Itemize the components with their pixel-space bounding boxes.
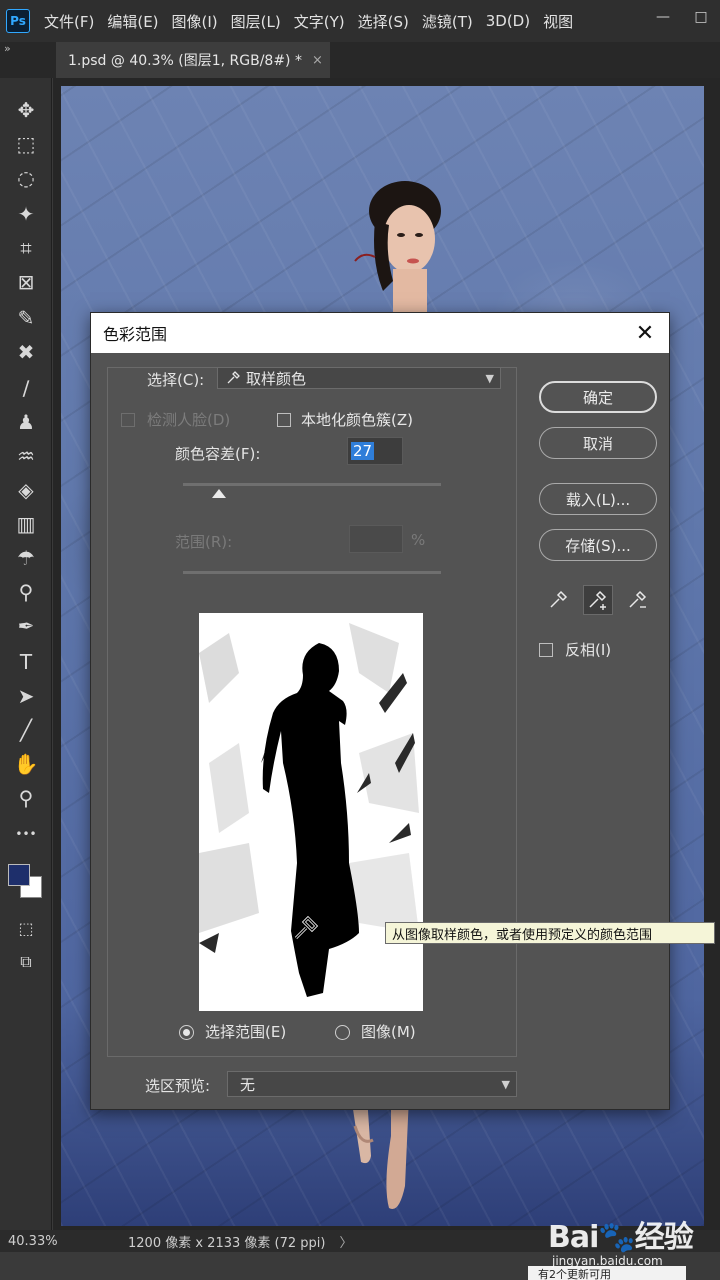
screen-mode-icon[interactable]: ⧉ [10,948,42,976]
move-icon[interactable]: ✥ [10,96,42,124]
fuzziness-slider-thumb[interactable] [212,489,227,498]
minimize-button[interactable]: — [644,0,682,34]
history-brush-icon[interactable]: ♒ [10,442,42,470]
document-tab-strip: » 1.psd @ 40.3% (图层1, RGB/8#) * × [0,42,720,78]
document-size: 1200 像素 x 2133 像素 (72 ppi) [128,1235,326,1251]
line-icon[interactable]: ╱ [10,716,42,744]
load-button[interactable]: 载入(L)... [539,483,657,515]
healing-icon[interactable]: ✖ [10,338,42,366]
tooltip: 从图像取样颜色，或者使用预定义的颜色范围 [385,922,715,944]
eyedropper-small-icon [227,371,240,384]
portrait-head-image [354,181,441,321]
fuzziness-label: 颜色容差(F): [175,445,261,463]
invert-label: 反相(I) [565,641,612,659]
marquee-icon[interactable]: ⬚ [10,130,42,158]
eyedropper-cursor-icon [294,915,319,942]
brush-icon[interactable]: ∕ [10,374,42,402]
select-dropdown[interactable]: 取样颜色 ▼ [217,367,501,389]
update-notice[interactable]: 有2个更新可用 [528,1266,686,1280]
detect-faces-checkbox[interactable] [121,413,135,427]
zoom-level[interactable]: 40.33% [0,1234,120,1249]
menu-filter[interactable]: 滤镜(T) [422,11,473,32]
tools-panel: ✥ ⬚ ◌ ✦ ⌗ ⊠ ✎ ✖ ∕ ♟ ♒ ◈ ▥ ☂ ⚲ ✒ T ➤ ╱ ✋ ⚲ ••• ⬚ ⧉ [0,78,52,1230]
zoom-icon[interactable]: ⚲ [10,784,42,812]
foreground-color-swatch[interactable] [8,864,30,886]
menu-select[interactable]: 选择(S) [358,11,409,32]
document-tab[interactable]: 1.psd @ 40.3% (图层1, RGB/8#) * × [56,42,330,78]
image-radio-label: 图像(M) [361,1023,416,1041]
menu-bar: Ps 文件(F) 编辑(E) 图像(I) 图层(L) 文字(Y) 选择(S) 滤… [0,0,720,42]
invert-checkbox[interactable] [539,643,553,657]
range-slider-track [183,571,441,574]
select-value: 取样颜色 [246,369,307,388]
cancel-button[interactable]: 取消 [539,427,657,459]
watermark-url: jingyan.baidu.com [552,1254,663,1268]
crop-icon[interactable]: ⌗ [10,234,42,262]
window-controls: — □ [644,0,720,34]
dodge-icon[interactable]: ⚲ [10,578,42,606]
menu-image[interactable]: 图像(I) [172,11,218,32]
save-button[interactable]: 存储(S)... [539,529,657,561]
close-icon[interactable]: ✕ [631,319,659,347]
hand-icon[interactable]: ✋ [10,750,42,778]
stamp-icon[interactable]: ♟ [10,408,42,436]
selection-radio-label: 选择范围(E) [205,1023,287,1041]
path-select-icon[interactable]: ➤ [10,682,42,710]
selection-preview-value: 无 [240,1075,256,1094]
shoes-image [351,1096,409,1210]
localized-clusters-checkbox[interactable] [277,413,291,427]
chevron-down-icon: ▼ [501,1077,510,1091]
dialog-titlebar[interactable]: 色彩范围 ✕ [91,313,669,353]
lasso-icon[interactable]: ◌ [10,164,42,192]
eyedropper-icon[interactable]: ✎ [10,304,42,332]
quick-mask-icon[interactable]: ⬚ [10,914,42,942]
ok-button[interactable]: 确定 [539,381,657,413]
menu-3d[interactable]: 3D(D) [486,12,530,30]
eyedropper-icon[interactable] [543,585,573,615]
fuzziness-input[interactable]: 27 [347,437,403,465]
menu-view[interactable]: 视图 [543,11,573,32]
menu-layer[interactable]: 图层(L) [231,11,281,32]
menu-type[interactable]: 文字(Y) [294,11,345,32]
fuzziness-value: 27 [351,442,375,460]
menu-edit[interactable]: 编辑(E) [107,11,158,32]
image-radio[interactable] [335,1025,350,1040]
eyedropper-subtract-icon[interactable] [623,585,653,615]
fuzziness-slider-track[interactable] [183,483,441,486]
photoshop-logo: Ps [6,9,30,33]
gradient-icon[interactable]: ▥ [10,510,42,538]
mask-preview-image [199,613,423,1011]
range-label: 范围(R): [175,533,233,551]
close-tab-icon[interactable]: × [312,53,323,68]
detect-faces-label: 检测人脸(D) [147,411,231,429]
localized-clusters-label: 本地化颜色簇(Z) [301,411,413,429]
status-menu-icon[interactable]: 〉 [339,1232,352,1251]
range-percent-label: % [411,531,426,549]
selection-preview[interactable] [199,613,423,1011]
eraser-icon[interactable]: ◈ [10,476,42,504]
maximize-button[interactable]: □ [682,0,720,34]
baidu-watermark: Bai🐾经验 jingyan.baidu.com [548,1212,698,1268]
type-icon[interactable]: T [10,648,42,676]
selection-radio[interactable] [179,1025,194,1040]
selection-preview-label: 选区预览: [145,1077,211,1095]
dialog-title: 色彩范围 [103,325,168,344]
panel-collapse-icon[interactable]: » [4,42,11,55]
pen-icon[interactable]: ✒ [10,612,42,640]
color-range-dialog: 色彩范围 ✕ 选择(C): 取样颜色 ▼ 检测人脸(D) 本地化颜色簇(Z) 颜… [90,312,670,1110]
blur-icon[interactable]: ☂ [10,544,42,572]
eyedropper-add-icon[interactable] [583,585,613,615]
range-input [349,525,403,553]
magic-wand-icon[interactable]: ✦ [10,200,42,228]
select-label: 选择(C): [147,371,205,389]
menu-file[interactable]: 文件(F) [44,11,94,32]
selection-preview-dropdown[interactable]: 无 ▼ [227,1071,517,1097]
baidu-jingyan-logo: Bai🐾经验 [548,1220,694,1255]
frame-icon[interactable]: ⊠ [10,268,42,296]
chevron-down-icon: ▼ [485,371,494,385]
document-tab-title: 1.psd @ 40.3% (图层1, RGB/8#) * [68,53,302,69]
more-tools-icon[interactable]: ••• [10,820,42,848]
